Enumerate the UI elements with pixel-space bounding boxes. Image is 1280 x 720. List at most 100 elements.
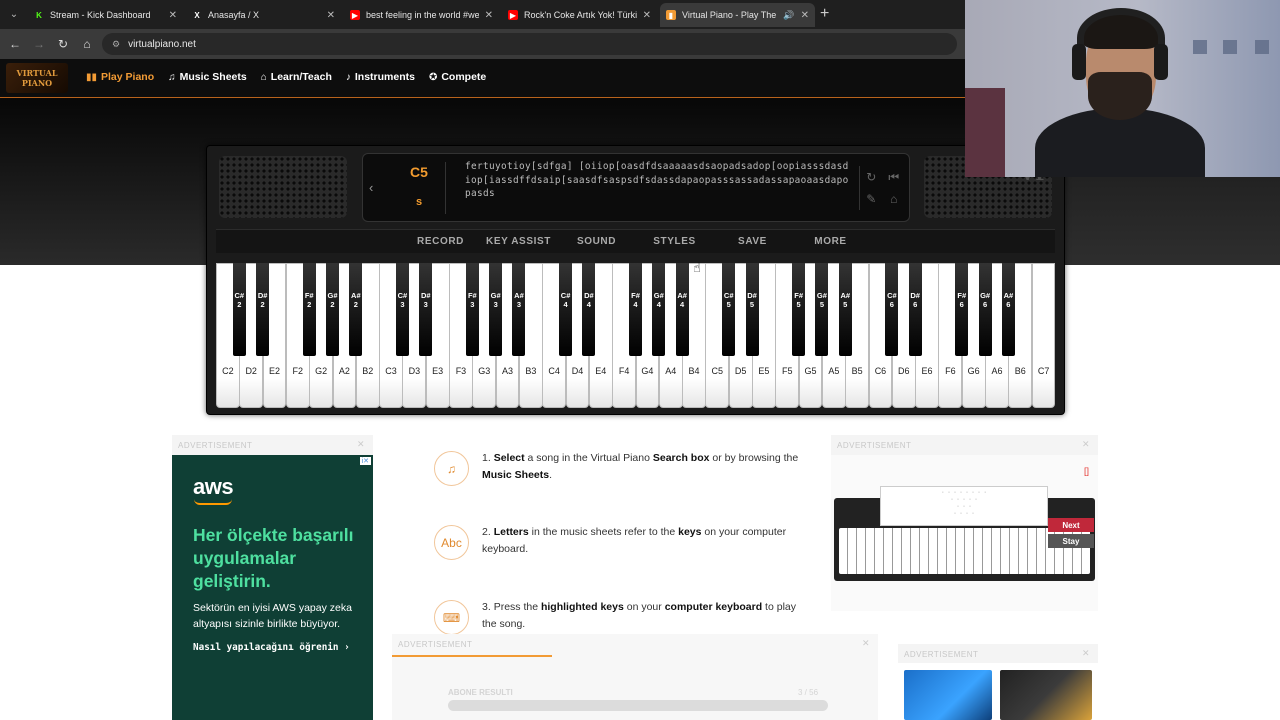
black-key-octave: 3	[493, 300, 498, 309]
logo-line1: VIRTUAL	[16, 68, 58, 78]
close-ad-icon[interactable]: ✕	[862, 638, 870, 649]
black-key-label: D# 3	[416, 291, 435, 309]
black-key[interactable]: A# 5	[838, 263, 852, 356]
black-key-octave: 3	[516, 300, 522, 309]
black-key-note: C#	[560, 291, 571, 300]
piano-menu-item[interactable]: STYLES	[636, 230, 714, 253]
instruction-emphasis: Search box	[652, 452, 710, 464]
close-ad-icon[interactable]: ✕	[1082, 439, 1090, 450]
white-key-label: F5	[781, 366, 793, 376]
black-key[interactable]: C# 3	[393, 263, 412, 356]
nav-item[interactable]: ♫ Music Sheets	[168, 71, 247, 83]
white-key-label: F3	[455, 366, 467, 376]
nav-item[interactable]: ▮▮ Play Piano	[86, 71, 154, 83]
close-ad-icon[interactable]: ✕	[357, 439, 365, 450]
piano-menu-item[interactable]: KEY ASSIST	[480, 230, 558, 253]
loop-icon[interactable]: ↻	[866, 170, 876, 184]
display-tools: ↻ ⏮ ✎ ⌂	[859, 166, 905, 210]
black-key[interactable]: F# 3	[465, 263, 479, 356]
music-note-icon: ♫	[434, 451, 469, 486]
back-icon[interactable]: ←	[6, 35, 24, 53]
black-key[interactable]: G# 6	[978, 263, 992, 356]
tab-close-icon[interactable]: ✕	[327, 10, 335, 21]
new-tab-button[interactable]: +	[820, 5, 829, 23]
nav-item[interactable]: ♪ Instruments	[346, 71, 415, 83]
tab-close-icon[interactable]: ✕	[801, 10, 809, 21]
black-key[interactable]: D# 2	[256, 263, 270, 356]
black-key[interactable]: D# 4	[582, 263, 596, 356]
white-key[interactable]: C7	[1031, 263, 1056, 408]
nav-item[interactable]: ✪ Compete	[429, 71, 486, 83]
black-key[interactable]: G# 2	[326, 263, 340, 356]
black-key[interactable]: D# 6	[908, 263, 922, 356]
virtual-piano-logo[interactable]: VIRTUAL PIANO	[6, 63, 68, 93]
ad-logo-icon: []	[1084, 466, 1090, 476]
rewind-icon[interactable]: ⏮	[888, 170, 899, 185]
black-key[interactable]: A# 4	[675, 263, 689, 356]
tab-close-icon[interactable]: ✕	[169, 10, 177, 21]
browser-tab[interactable]: ▶ Rock'n Coke Artık Yok! Türkiye' ✕	[502, 3, 657, 27]
white-key-label: G5	[804, 366, 817, 376]
tab-close-icon[interactable]: ✕	[643, 10, 651, 21]
white-key-label: A3	[502, 366, 514, 376]
tab-search-chevron-icon[interactable]: ⌄	[4, 5, 24, 23]
tab-title: Rock'n Coke Artık Yok! Türkiye'	[524, 10, 637, 20]
black-key[interactable]: F# 4	[629, 263, 642, 356]
black-key[interactable]: A# 2	[349, 263, 363, 356]
hardware-ad[interactable]	[898, 663, 1098, 720]
tab-audio-icon[interactable]: 🔊	[783, 10, 794, 21]
tab-favicon-icon: K	[34, 10, 44, 20]
close-ad-icon[interactable]: ✕	[1082, 648, 1090, 659]
chevron-left-icon[interactable]: ‹	[369, 180, 373, 195]
black-key[interactable]: C# 4	[559, 263, 573, 356]
black-key[interactable]: C# 5	[722, 263, 736, 356]
black-key[interactable]: C# 6	[885, 263, 899, 356]
black-key[interactable]: A# 6	[1001, 263, 1015, 356]
piano-menu-item[interactable]: SAVE	[714, 230, 792, 253]
browser-tab[interactable]: ▮ Virtual Piano - Play The Be 🔊 ✕	[660, 3, 815, 27]
black-key-note: G#	[653, 291, 664, 300]
black-key-note: F#	[304, 291, 314, 300]
black-key[interactable]: F# 5	[792, 263, 806, 356]
piano-menu-item[interactable]: RECORD	[402, 230, 480, 253]
next-button[interactable]: Next	[1048, 518, 1094, 532]
nav-item[interactable]: ⌂ Learn/Teach	[261, 71, 332, 83]
piano-menu-item[interactable]: SOUND	[558, 230, 636, 253]
pencil-icon[interactable]: ✎	[866, 192, 876, 206]
black-key[interactable]: F# 6	[952, 263, 971, 356]
black-key[interactable]: G# 3	[489, 263, 503, 356]
browser-tab[interactable]: ▶ best feeling in the world #wee ✕	[344, 3, 499, 27]
white-key-label: C5	[711, 366, 724, 376]
browser-tab[interactable]: K Stream - Kick Dashboard ✕	[28, 3, 183, 27]
aws-ad[interactable]: i✕ aws Her ölçekte başarılı uygulamalar …	[172, 455, 373, 720]
black-key[interactable]: D# 5	[745, 263, 759, 356]
white-key-label: A6	[991, 366, 1003, 376]
instruction-fragment: .	[549, 469, 553, 481]
tab-close-icon[interactable]: ✕	[485, 10, 493, 21]
black-key[interactable]: D# 3	[416, 263, 435, 356]
stay-button[interactable]: Stay	[1048, 534, 1094, 548]
reload-icon[interactable]: ↻	[54, 35, 72, 53]
adchoices-icon[interactable]: i✕	[359, 457, 371, 465]
black-key-note: D#	[910, 291, 920, 300]
home-icon[interactable]: ⌂	[78, 35, 96, 53]
black-key-label: F# 6	[952, 291, 971, 309]
headphones-icon	[1077, 8, 1165, 68]
black-key-note: G#	[490, 291, 501, 300]
browser-tab[interactable]: X Anasayfa / X ✕	[186, 3, 341, 27]
home-icon[interactable]: ⌂	[890, 192, 897, 206]
black-key-label: C# 3	[393, 291, 412, 309]
black-key[interactable]: C# 2	[232, 263, 246, 356]
url-input[interactable]: ⚙ virtualpiano.net	[102, 33, 957, 55]
current-key: s	[415, 196, 423, 208]
black-key[interactable]: G# 5	[815, 263, 829, 356]
aws-cta-link[interactable]: Nasıl yapılacağını öğrenin ›	[193, 642, 350, 653]
instruction-text: 1. Select a song in the Virtual Piano Se…	[482, 450, 812, 484]
black-key[interactable]: G# 4	[652, 263, 666, 356]
black-key[interactable]: A# 3	[512, 263, 526, 356]
piano-menu-item[interactable]: MORE	[792, 230, 870, 253]
black-key[interactable]: F# 2	[302, 263, 316, 356]
forward-icon[interactable]: →	[30, 35, 48, 53]
piano-video-ad[interactable]: [] · · · · · · · · · · · · · · · · · · · · …	[831, 455, 1098, 611]
site-info-icon[interactable]: ⚙	[112, 39, 120, 50]
